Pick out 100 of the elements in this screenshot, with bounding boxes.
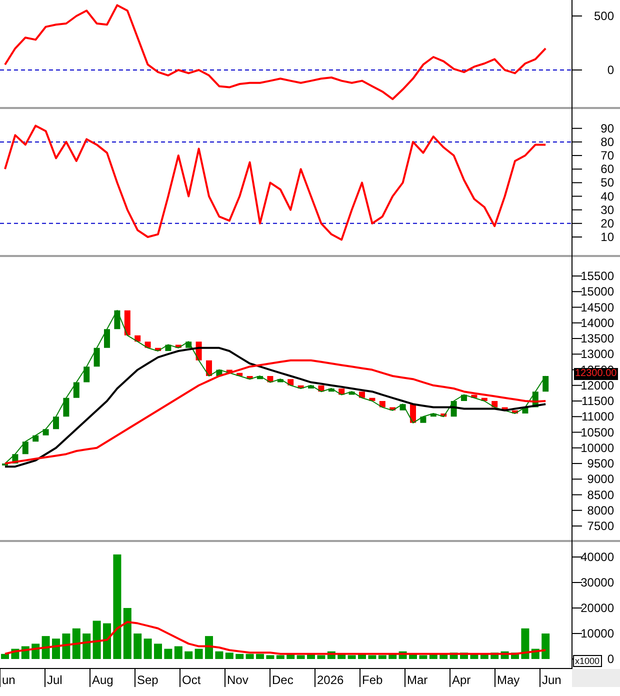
axis-label: 11000 xyxy=(582,410,614,424)
volume-bar xyxy=(184,651,193,659)
axis-label: 50 xyxy=(600,176,614,190)
volume-bar xyxy=(174,646,182,659)
axis-label: 14000 xyxy=(580,316,614,330)
candlestick xyxy=(206,360,212,376)
volume-bar xyxy=(542,634,550,659)
volume-bar xyxy=(215,651,224,659)
axis-label: 40 xyxy=(600,189,614,204)
axis-label: 9500 xyxy=(587,456,614,470)
axis-label: 30 xyxy=(600,202,614,217)
axis-label: 40000 xyxy=(580,550,614,564)
axis-label: Dec xyxy=(272,673,294,687)
volume-bar xyxy=(378,655,386,659)
volume-bar xyxy=(62,634,70,659)
candlestick xyxy=(94,348,100,367)
axis-label: Sep xyxy=(137,673,158,687)
axis-label: Jul xyxy=(47,673,62,687)
volume-bar xyxy=(368,655,376,659)
volume-bar xyxy=(82,634,91,659)
candlestick xyxy=(22,442,28,454)
volume-bar xyxy=(409,654,417,659)
volume-bar xyxy=(236,654,244,659)
volume-bar xyxy=(246,654,254,659)
axis-label: un xyxy=(2,673,16,687)
axis-label: 8000 xyxy=(587,503,614,518)
axis-label: Jun xyxy=(542,673,562,687)
volume-bar xyxy=(134,634,142,659)
volume-bar xyxy=(144,638,152,659)
volume-bar xyxy=(521,628,530,659)
axis-label: Feb xyxy=(362,673,383,687)
candlestick xyxy=(124,310,130,336)
volume-bar xyxy=(358,654,366,659)
candlestick xyxy=(104,329,110,348)
volume-bar xyxy=(276,655,284,659)
axis-label: 20 xyxy=(600,216,614,230)
volume-bar xyxy=(429,654,438,659)
volume-bar xyxy=(348,655,356,659)
axis-label: Aug xyxy=(92,673,114,687)
axis-label: 8500 xyxy=(587,488,614,502)
candlestick xyxy=(63,398,70,417)
axis-label: 12000 xyxy=(580,378,614,392)
volume-bar xyxy=(266,655,274,659)
axis-label: Oct xyxy=(182,673,201,687)
volume-bar xyxy=(338,654,346,659)
unit-label: x1000 xyxy=(573,655,602,667)
axis-corner xyxy=(572,669,620,687)
axis-label: 15500 xyxy=(580,269,614,283)
volume-bar xyxy=(92,620,101,659)
volume-bar xyxy=(440,654,448,659)
axis-label: 90 xyxy=(600,121,614,136)
axis-label: 20000 xyxy=(580,601,614,615)
candlestick xyxy=(542,376,549,392)
volume-bar xyxy=(154,644,162,659)
axis-label: Apr xyxy=(452,673,471,687)
volume-bar xyxy=(317,655,326,659)
axis-label: May xyxy=(497,673,520,687)
candlestick xyxy=(73,382,80,398)
volume-bar xyxy=(72,628,80,659)
axis-label: 2026 xyxy=(317,673,344,687)
axis-label: 0 xyxy=(607,652,614,666)
volume-bar xyxy=(307,654,315,659)
volume-bar xyxy=(256,654,264,659)
volume-bar xyxy=(52,638,60,659)
candlestick xyxy=(84,366,90,382)
candlestick xyxy=(53,416,59,430)
axis-label: 10 xyxy=(600,230,614,244)
axis-label: 14500 xyxy=(580,300,614,314)
volume-bar xyxy=(419,655,428,659)
volume-bar xyxy=(286,654,295,659)
volume-bar xyxy=(1,654,9,659)
axis-label: 60 xyxy=(600,162,614,176)
axis-label: 7500 xyxy=(587,519,614,533)
axis-label: 15000 xyxy=(580,284,614,299)
axis-label: 500 xyxy=(594,8,614,23)
volume-bar xyxy=(164,648,172,659)
volume-bar xyxy=(205,636,213,659)
last-price-tag: 12300.00 xyxy=(574,368,618,380)
volume-bar xyxy=(388,654,397,659)
axis-label: 10000 xyxy=(580,626,614,640)
axis-label: 13000 xyxy=(580,347,614,362)
axis-label: Mar xyxy=(407,673,428,687)
axis-label: 70 xyxy=(600,148,614,163)
axis-label: 11500 xyxy=(582,394,614,408)
axis-label: 30000 xyxy=(580,576,614,590)
axis-label: 13500 xyxy=(580,332,614,346)
volume-bar xyxy=(480,654,488,659)
volume-bar xyxy=(123,608,132,659)
axis-label: 10500 xyxy=(580,425,614,440)
axis-label: 80 xyxy=(600,134,614,149)
volume-bar xyxy=(470,654,478,659)
volume-bar xyxy=(103,623,111,659)
volume-bar xyxy=(225,652,234,659)
volume-bar xyxy=(42,636,50,659)
axis-label: 0 xyxy=(607,62,614,77)
volume-bar xyxy=(194,648,203,659)
volume-bar xyxy=(296,655,305,659)
axis-label: 9000 xyxy=(587,472,614,486)
axis-label: Nov xyxy=(227,673,248,687)
axis-label: 10000 xyxy=(580,440,614,455)
